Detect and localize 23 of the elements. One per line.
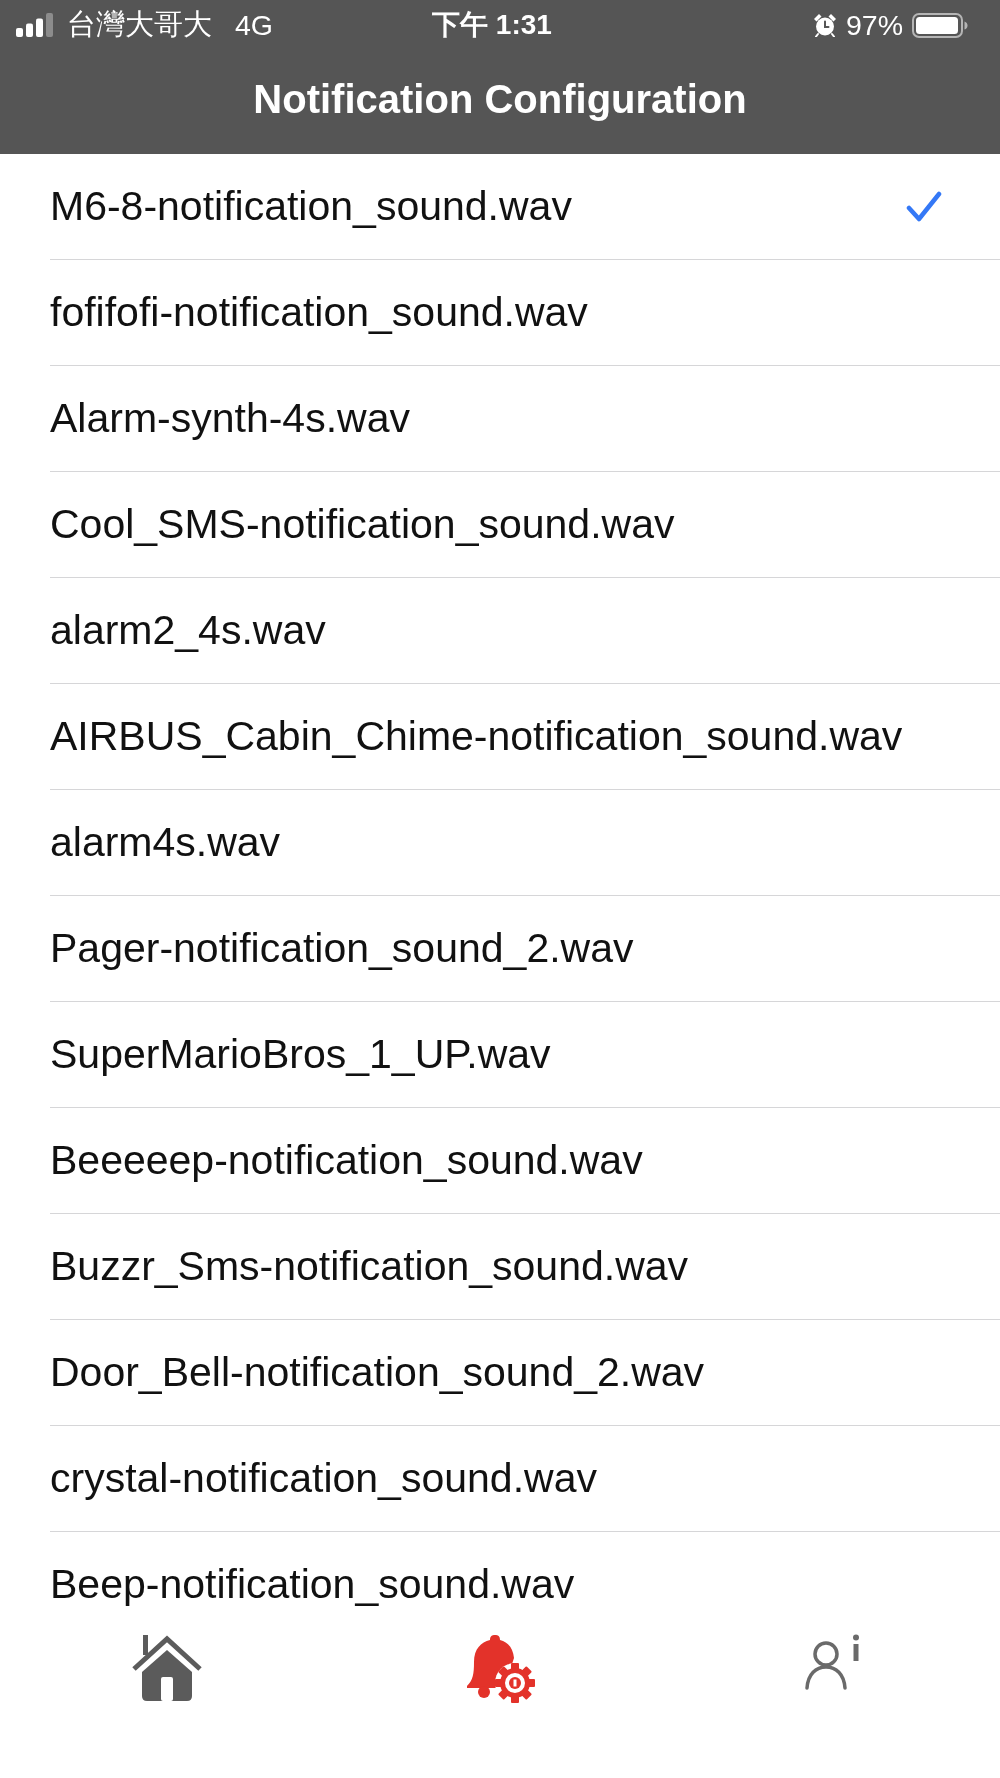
sound-option[interactable]: Beeeeep-notification_sound.wav [50, 1108, 1000, 1214]
network-type: 4G [235, 8, 274, 42]
battery-icon [912, 12, 968, 38]
sound-option[interactable]: crystal-notification_sound.wav [50, 1426, 1000, 1532]
alarm-clock-icon [812, 13, 837, 37]
sound-option[interactable]: alarm4s.wav [50, 790, 1000, 896]
sound-option[interactable]: Alarm-synth-4s.wav [50, 366, 1000, 472]
home-icon [130, 1634, 203, 1702]
screen-title: Notification Configuration [253, 76, 747, 122]
sound-option[interactable]: SuperMarioBros_1_UP.wav [50, 1002, 1000, 1108]
sound-option[interactable]: fofifofi-notification_sound.wav [50, 260, 1000, 366]
sound-option[interactable]: AIRBUS_Cabin_Chime-notification_sound.wav [50, 684, 1000, 790]
sound-option[interactable]: Cool_SMS-notification_sound.wav [50, 472, 1000, 578]
signal-icon [16, 13, 56, 37]
carrier-name: 台灣大哥大 [67, 7, 212, 42]
sound-option[interactable]: Pager-notification_sound_2.wav [50, 896, 1000, 1002]
sound-option[interactable]: M6-8-notification_sound.wav [50, 154, 1000, 260]
sound-option[interactable]: alarm2_4s.wav [50, 578, 1000, 684]
bell-gear-icon [464, 1634, 536, 1704]
sound-option[interactable]: Buzzr_Sms-notification_sound.wav [50, 1214, 1000, 1320]
sound-option[interactable]: Door_Bell-notification_sound_2.wav [50, 1320, 1000, 1426]
battery-percent: 97% [845, 8, 903, 42]
status-time: 下午 1:31 [432, 8, 552, 42]
